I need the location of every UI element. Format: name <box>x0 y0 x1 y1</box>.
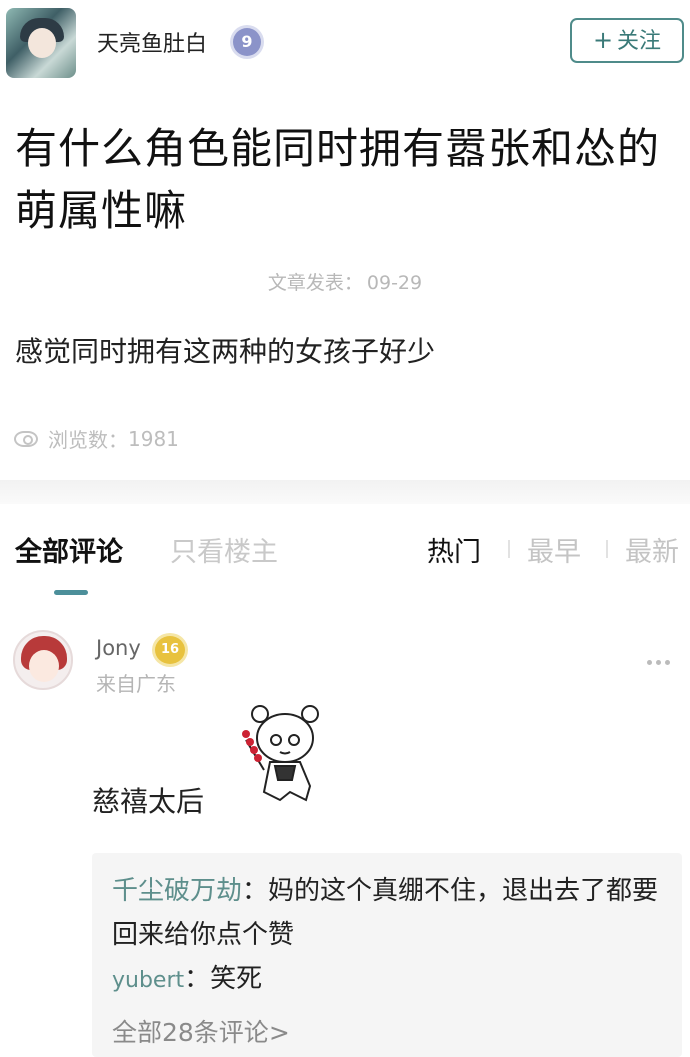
plus-icon: + <box>592 26 614 54</box>
commenter-location: 来自广东 <box>96 672 176 696</box>
level-badge: 9 <box>233 28 261 56</box>
follow-button[interactable]: + 关注 <box>570 18 684 63</box>
reply-separator: ： <box>184 964 211 994</box>
post-body: 感觉同时拥有这两种的女孩子好少 <box>15 335 436 368</box>
eye-icon <box>14 430 38 447</box>
chevron-right-icon: > <box>268 1018 290 1047</box>
reply-author[interactable]: 千尘破万劫 <box>112 876 242 906</box>
reply-text: 笑死 <box>210 964 263 994</box>
comment-text: 慈禧太后 <box>92 785 205 818</box>
post-date-value: 09-29 <box>366 272 423 294</box>
views-label: 浏览数： <box>48 428 128 452</box>
tab-sort-hot[interactable]: 热门 <box>427 530 481 569</box>
tab-all-comments[interactable]: 全部评论 <box>15 530 123 569</box>
chibi-sticker-image <box>242 705 319 802</box>
tab-separator <box>508 540 510 558</box>
commenter-avatar[interactable] <box>13 630 73 690</box>
commenter-name[interactable]: Jony <box>96 636 141 660</box>
tab-separator <box>606 540 608 558</box>
reply-item[interactable]: 千尘破万劫：妈的这个真绷不住，退出去了都要回来给你点个赞 <box>112 869 672 957</box>
section-divider <box>0 480 690 504</box>
comment-tabs: 全部评论 只看楼主 热门 最早 最新 <box>0 530 690 580</box>
all-replies-link[interactable]: 全部28条评论> <box>112 1013 290 1049</box>
views-value: 1981 <box>128 426 179 451</box>
view-count: 浏览数： 1981 <box>14 424 179 453</box>
follow-label: 关注 <box>617 29 662 54</box>
reply-separator: ： <box>242 876 269 906</box>
post-title: 有什么角色能同时拥有嚣张和怂的萌属性嘛 <box>15 124 661 235</box>
more-options-icon[interactable] <box>647 660 670 665</box>
author-avatar[interactable] <box>6 8 76 78</box>
reply-author[interactable]: yubert <box>112 968 184 993</box>
tab-sort-earliest[interactable]: 最早 <box>527 530 581 569</box>
active-tab-indicator <box>54 590 88 595</box>
author-bar: 天亮鱼肚白 9 + 关注 <box>0 0 690 82</box>
commenter-level-badge: 16 <box>155 636 185 664</box>
reply-item[interactable]: yubert：笑死 <box>112 957 672 1003</box>
post-date-label: 文章发表： <box>267 272 363 294</box>
tab-sort-newest[interactable]: 最新 <box>625 530 679 569</box>
author-name[interactable]: 天亮鱼肚白 <box>97 26 207 58</box>
post-date: 文章发表： 09-29 <box>0 268 690 295</box>
reply-count-text: 全部28条评论 <box>112 1018 269 1047</box>
tab-op-only[interactable]: 只看楼主 <box>170 530 278 569</box>
replies-box: 千尘破万劫：妈的这个真绷不住，退出去了都要回来给你点个赞 yubert：笑死 全… <box>92 853 682 1057</box>
